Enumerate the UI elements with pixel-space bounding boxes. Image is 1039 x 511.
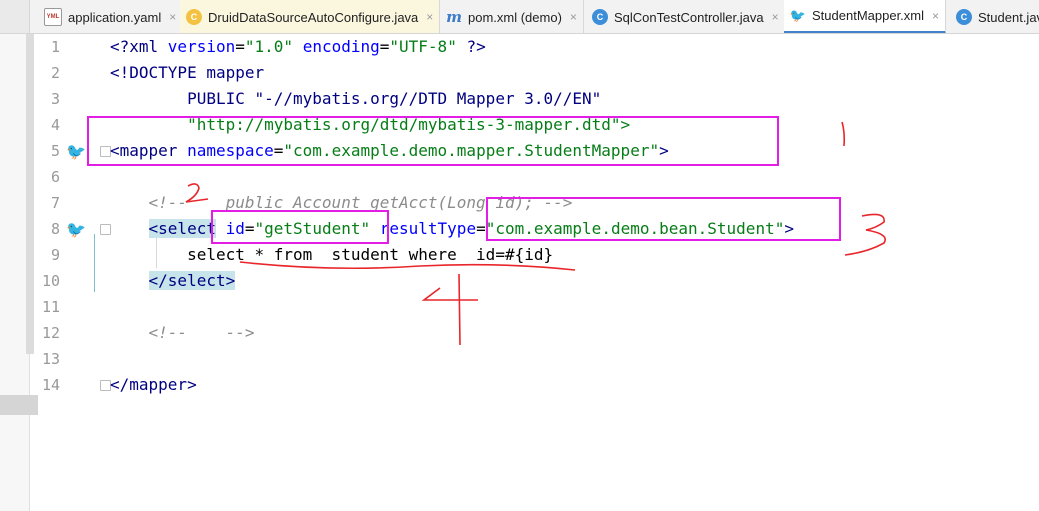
java-class-icon: C	[956, 9, 972, 25]
mybatis-bird-icon: 🐦	[789, 7, 807, 23]
line-number: 4	[50, 116, 60, 134]
code-line-2[interactable]: <!DOCTYPE mapper	[110, 60, 264, 86]
mybatis-bird-icon[interactable]: 🐦	[64, 219, 88, 239]
code-line-3[interactable]: PUBLIC "-//mybatis.org//DTD Mapper 3.0//…	[110, 86, 601, 112]
line-number: 5	[50, 142, 60, 160]
java-class-icon: C	[186, 9, 202, 25]
tab-application-yaml[interactable]: YML application.yaml ×	[38, 0, 184, 33]
line-number: 2	[50, 64, 60, 82]
xml-attr-name: version	[167, 37, 236, 56]
xml-tag-select-close: </select>	[148, 271, 236, 290]
xml-declaration-end: ?>	[456, 37, 486, 56]
code-editor[interactable]: 1 2 3 4 5 6 7 8 9 10 11 12 13 14 🐦 🐦 <?x…	[38, 34, 1039, 511]
tab-student-mapper-xml[interactable]: 🐦 StudentMapper.xml ×	[784, 0, 947, 33]
line-number: 6	[50, 168, 60, 186]
line-number: 12	[41, 324, 60, 342]
xml-attr-value: "1.0"	[244, 37, 294, 56]
line-number: 14	[41, 376, 60, 394]
line-number: 3	[50, 90, 60, 108]
xml-attr-name: encoding	[302, 37, 380, 56]
fold-range-marker	[94, 234, 95, 292]
code-line-12[interactable]: <!-- -->	[110, 320, 255, 346]
editor-gutter: 1 2 3 4 5 6 7 8 9 10 11 12 13 14 🐦 🐦	[38, 34, 111, 511]
tab-sqlcontest-controller[interactable]: C SqlConTestController.java ×	[586, 0, 786, 33]
tab-label: pom.xml (demo)	[468, 9, 562, 25]
xml-declaration: <?xml	[110, 37, 168, 56]
yaml-file-icon: YML	[44, 8, 62, 26]
project-panel-header	[0, 0, 30, 33]
line-number: 13	[41, 350, 60, 368]
close-icon[interactable]: ×	[426, 10, 433, 24]
code-line-10[interactable]: </select>	[110, 268, 236, 294]
mybatis-bird-icon[interactable]: 🐦	[64, 141, 88, 161]
project-panel-selected-row[interactable]	[0, 395, 38, 415]
tab-label: Student.java	[978, 9, 1039, 25]
close-icon[interactable]: ×	[169, 10, 176, 24]
tab-label: SqlConTestController.java	[614, 9, 764, 25]
code-line-1[interactable]: <?xml version="1.0" encoding="UTF-8" ?>	[110, 34, 486, 60]
tab-student-java[interactable]: C Student.java	[950, 0, 1039, 33]
line-number: 11	[41, 298, 60, 316]
annotation-box-result-type	[486, 197, 841, 241]
annotation-box-select-id	[211, 210, 389, 244]
project-panel-scrollbar[interactable]	[26, 34, 34, 354]
line-number: 8	[50, 220, 60, 238]
maven-icon: m	[446, 8, 462, 26]
project-panel	[0, 34, 38, 511]
annotation-box-mapper-namespace	[87, 116, 779, 166]
equals: =	[476, 219, 486, 238]
tab-label: application.yaml	[68, 9, 162, 25]
line-number: 7	[50, 194, 60, 212]
line-number: 10	[41, 272, 60, 290]
code-line-14[interactable]: </mapper>	[110, 372, 197, 398]
close-icon[interactable]: ×	[772, 10, 779, 24]
equals: =	[235, 37, 245, 56]
tab-label: StudentMapper.xml	[812, 8, 925, 23]
tab-druid-datasource-autoconfigure[interactable]: C DruidDataSourceAutoConfigure.java ×	[180, 0, 441, 33]
tab-pom-xml[interactable]: m pom.xml (demo) ×	[440, 0, 584, 33]
close-icon[interactable]: ×	[570, 10, 577, 24]
line-number: 1	[50, 38, 60, 56]
java-class-icon: C	[592, 9, 608, 25]
editor-tab-bar: YML application.yaml × C DruidDataSource…	[0, 0, 1039, 34]
tab-label: DruidDataSourceAutoConfigure.java	[208, 9, 419, 25]
close-icon[interactable]: ×	[932, 9, 939, 23]
equals: =	[379, 37, 390, 56]
xml-tag-select: <select	[148, 219, 216, 238]
line-number: 9	[50, 246, 60, 264]
xml-attr-value: "UTF-8"	[389, 37, 457, 56]
code-line-9[interactable]: select * from student where id=#{id}	[110, 242, 553, 268]
